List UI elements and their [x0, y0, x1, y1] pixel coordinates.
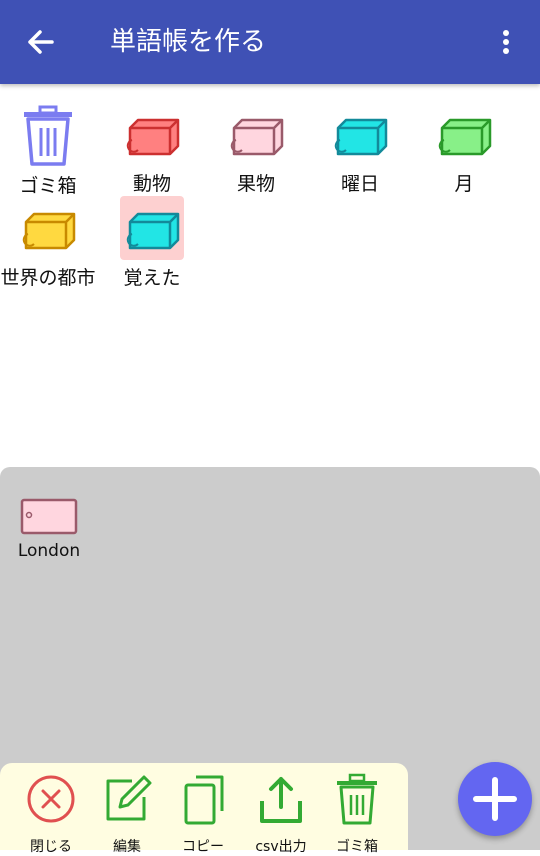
edit-button[interactable]: 編集 [90, 771, 164, 855]
wordbook-fruits[interactable]: 果物 [204, 96, 308, 195]
add-button[interactable] [458, 762, 532, 836]
card-label: London [17, 541, 81, 561]
wordbook-trash[interactable]: ゴミ箱 [0, 98, 100, 197]
book-icon [334, 118, 388, 156]
arrow-left-icon [28, 30, 54, 54]
more-options-button[interactable] [488, 22, 524, 62]
page-title: 単語帳を作る [110, 27, 267, 57]
tag-card-icon [20, 498, 78, 535]
wordbook-learned[interactable]: 覚えた [100, 190, 204, 289]
wordbook-world-cities[interactable]: 世界の都市 [0, 190, 100, 289]
more-vert-icon [503, 30, 509, 54]
app-bar: 単語帳を作る [0, 0, 540, 84]
trash-button[interactable]: ゴミ箱 [320, 771, 394, 855]
trash-icon [337, 773, 377, 825]
wordbook-months[interactable]: 月 [412, 96, 516, 195]
close-button[interactable]: 閉じる [14, 771, 88, 855]
share-icon [260, 777, 302, 823]
tool-label: コピー [182, 839, 224, 855]
back-button[interactable] [18, 22, 64, 62]
trash-icon [24, 105, 72, 166]
wordbook-animals[interactable]: 動物 [100, 96, 204, 195]
tool-label: 編集 [113, 839, 141, 855]
word-card[interactable]: London [10, 497, 88, 567]
book-icon [438, 118, 492, 156]
bottom-toolbar: 閉じる 編集 コピー csv出力 ゴミ箱 [0, 763, 408, 855]
wordbook-weekdays[interactable]: 曜日 [308, 96, 412, 195]
book-icon [120, 196, 184, 260]
copy-icon [184, 775, 224, 825]
tool-label: 閉じる [30, 839, 72, 855]
tool-label: ゴミ箱 [336, 839, 378, 855]
tool-label: csv出力 [255, 839, 307, 855]
book-icon [230, 118, 284, 156]
edit-icon [106, 775, 152, 821]
plus-icon [473, 777, 517, 821]
copy-button[interactable]: コピー [166, 771, 240, 855]
close-circle-icon [27, 775, 75, 823]
csv-export-button[interactable]: csv出力 [244, 771, 318, 855]
book-icon [22, 212, 76, 250]
wordbook-label: 覚えた [123, 267, 181, 289]
book-icon [126, 118, 180, 156]
wordbook-label: 月 [454, 173, 474, 195]
